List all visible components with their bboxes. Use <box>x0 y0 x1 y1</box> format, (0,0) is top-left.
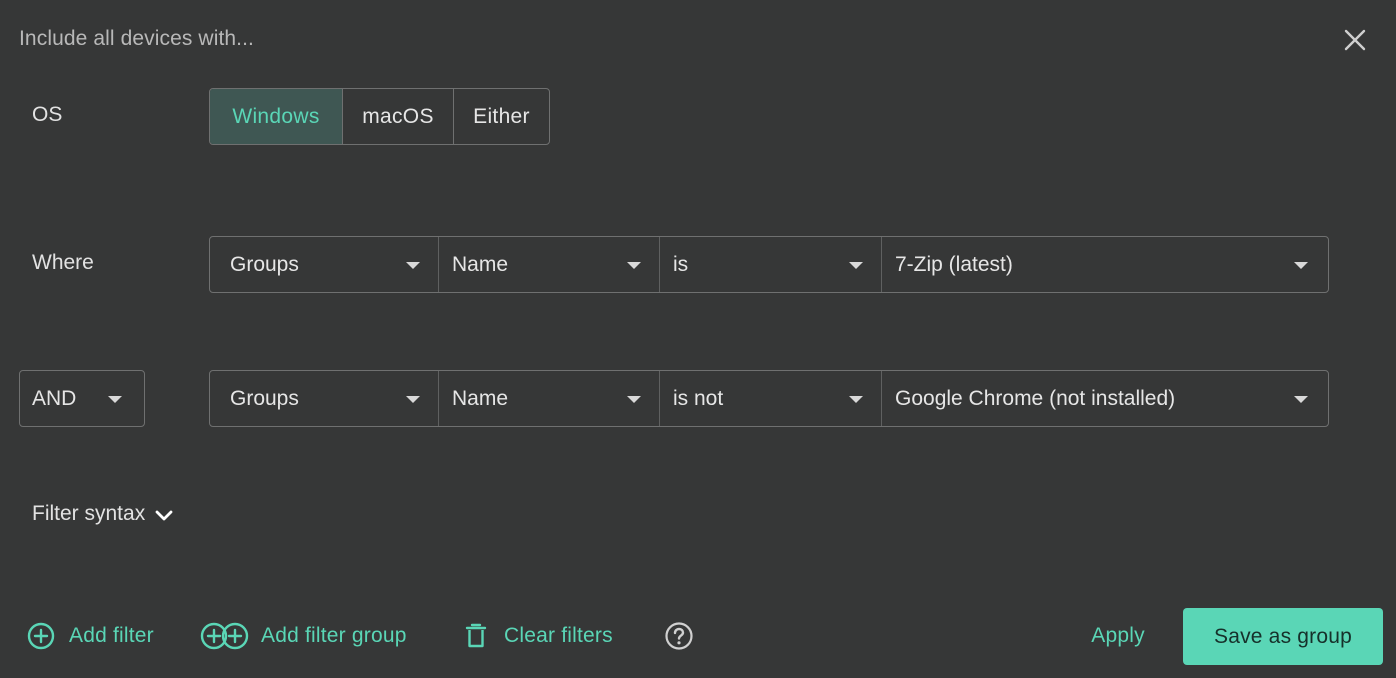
caret-down-icon <box>406 261 420 269</box>
filter-2-operator-value: is not <box>673 386 724 410</box>
filter-row-2: Groups Name is not Google Chrome (not in… <box>209 370 1329 427</box>
connector-select[interactable]: AND <box>19 370 145 427</box>
trash-icon <box>465 623 487 648</box>
panel-title: Include all devices with... <box>19 27 254 50</box>
help-button[interactable] <box>664 621 694 656</box>
os-option-macos[interactable]: macOS <box>342 89 453 144</box>
save-as-group-button[interactable]: Save as group <box>1183 608 1383 665</box>
filter-2-value-select[interactable]: Google Chrome (not installed) <box>881 371 1328 426</box>
filter-2-operator-select[interactable]: is not <box>659 371 881 426</box>
chevron-down-icon <box>155 510 173 520</box>
filter-1-attribute-select[interactable]: Name <box>438 237 659 292</box>
os-label: OS <box>32 103 63 126</box>
close-button[interactable] <box>1339 24 1371 56</box>
os-option-windows[interactable]: Windows <box>210 89 342 144</box>
where-label: Where <box>32 251 94 274</box>
filter-2-field-select[interactable]: Groups <box>210 371 438 426</box>
add-filter-label: Add filter <box>69 624 154 647</box>
clear-filters-label: Clear filters <box>504 624 613 647</box>
filter-1-operator-value: is <box>673 252 689 276</box>
close-icon <box>1344 29 1366 51</box>
caret-down-icon <box>627 261 641 269</box>
caret-down-icon <box>1294 395 1308 403</box>
filter-2-value: Google Chrome (not installed) <box>895 386 1176 410</box>
os-option-either[interactable]: Either <box>453 89 549 144</box>
caret-down-icon <box>849 395 863 403</box>
add-filter-button[interactable]: Add filter <box>27 620 154 652</box>
filter-2-field-value: Groups <box>230 386 299 410</box>
connector-value: AND <box>32 386 77 410</box>
caret-down-icon <box>406 395 420 403</box>
clear-filters-button[interactable]: Clear filters <box>465 620 613 652</box>
help-circle-icon <box>665 622 693 650</box>
add-filter-group-label: Add filter group <box>261 624 407 647</box>
filter-row-1: Groups Name is 7-Zip (latest) <box>209 236 1329 293</box>
filter-1-value: 7-Zip (latest) <box>895 252 1013 276</box>
caret-down-icon <box>849 261 863 269</box>
filter-1-field-select[interactable]: Groups <box>210 237 438 292</box>
apply-button[interactable]: Apply <box>1074 620 1162 652</box>
filter-1-attribute-value: Name <box>452 252 509 276</box>
caret-down-icon <box>1294 261 1308 269</box>
add-filter-group-button[interactable]: Add filter group <box>200 620 407 652</box>
caret-down-icon <box>108 395 122 403</box>
filter-1-field-value: Groups <box>230 252 299 276</box>
filter-syntax-label: Filter syntax <box>32 502 146 525</box>
filter-panel: Include all devices with... OS Windows m… <box>0 0 1396 678</box>
caret-down-icon <box>627 395 641 403</box>
filter-1-operator-select[interactable]: is <box>659 237 881 292</box>
plus-circle-icon <box>27 622 55 650</box>
filter-syntax-toggle[interactable]: Filter syntax <box>32 502 174 526</box>
os-segmented-control: Windows macOS Either <box>209 88 550 145</box>
filter-2-attribute-select[interactable]: Name <box>438 371 659 426</box>
double-plus-circle-icon <box>200 622 249 650</box>
filter-1-value-select[interactable]: 7-Zip (latest) <box>881 237 1328 292</box>
filter-2-attribute-value: Name <box>452 386 509 410</box>
